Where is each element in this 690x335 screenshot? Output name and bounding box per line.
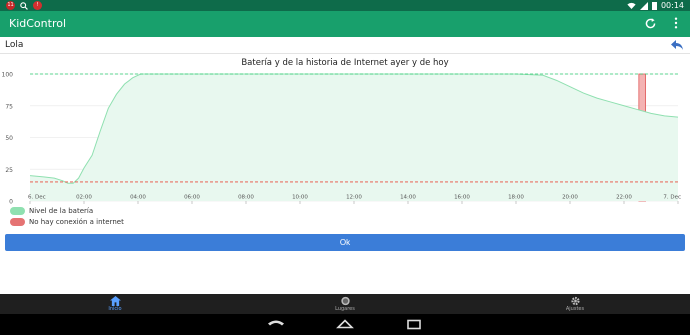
refresh-icon[interactable] [642,15,658,31]
child-header: Lola [0,37,690,54]
x-tick-label: 10:00 [292,195,308,201]
wifi-icon [627,2,636,9]
x-tick-label: 08:00 [238,195,254,201]
system-nav-bar [0,314,690,335]
x-tick-label: 22:00 [616,195,632,201]
signal-icon [639,1,648,10]
x-tick-label: 04:00 [130,195,146,201]
settings-icon [570,296,580,306]
x-tick-label: 16:00 [454,195,470,201]
notification-badge-icon: 11 [6,1,15,10]
app-title: KidControl [9,17,67,30]
x-tick-label: 6. Dec [28,195,46,201]
x-tick-label: 14:00 [400,195,416,201]
x-tick-label: 02:00 [76,195,92,201]
legend-item-no-connection[interactable]: No hay conexión a internet [10,217,124,227]
y-tick-label: 100 [2,72,14,79]
back-icon[interactable] [266,317,286,332]
child-name: Lola [5,40,24,50]
x-tick-label: 12:00 [346,195,362,201]
x-tick-label: 20:00 [562,195,578,201]
status-bar: 11 ! 00:14 [0,0,690,11]
legend-item-battery[interactable]: Nivel de la batería [10,206,124,216]
y-tick-label: 0 [9,199,13,205]
legend-swatch-battery [10,207,25,215]
search-icon [20,1,28,10]
app-bar: KidControl [0,11,690,37]
chart-title: Batería y de la historia de Internet aye… [241,58,448,68]
home-icon [109,296,121,306]
chart-legend: Nivel de la batería No hay conexión a in… [10,206,124,228]
x-tick-label: 06:00 [184,195,200,201]
legend-swatch-no-connection [10,218,25,226]
main-content: Lola Batería y de la historia de Interne… [0,37,690,294]
recent-apps-icon[interactable] [404,317,424,332]
battery-icon [651,1,657,10]
legend-label-no-connection: No hay conexión a internet [29,218,124,226]
places-icon [340,296,350,306]
status-time: 00:14 [660,1,684,10]
battery-history-chart: Batería y de la historia de Internet aye… [2,58,681,205]
nav-label-settings: Ajustes [565,306,585,312]
x-tick-label: 18:00 [508,195,524,201]
nav-item-places[interactable]: Lugares [320,296,370,312]
screen: 11 ! 00:14 KidControl Lola Batería y de … [0,0,690,335]
y-tick-label: 50 [5,135,13,142]
home-icon[interactable] [335,317,355,332]
y-tick-label: 25 [5,167,13,174]
alert-badge-icon: ! [33,1,42,10]
more-vert-icon[interactable] [668,15,684,31]
legend-label-battery: Nivel de la batería [29,207,94,215]
nav-label-places: Lugares [335,306,355,312]
bottom-nav: Inicio Lugares Ajustes [0,294,690,314]
nav-item-home[interactable]: Inicio [90,296,140,312]
y-tick-label: 75 [5,103,13,110]
x-tick-label: 7. Dec [663,195,681,201]
nav-label-home: Inicio [108,306,122,312]
ok-button[interactable]: Ok [5,234,685,251]
nav-item-settings[interactable]: Ajustes [550,296,600,312]
reply-icon[interactable] [670,39,684,51]
